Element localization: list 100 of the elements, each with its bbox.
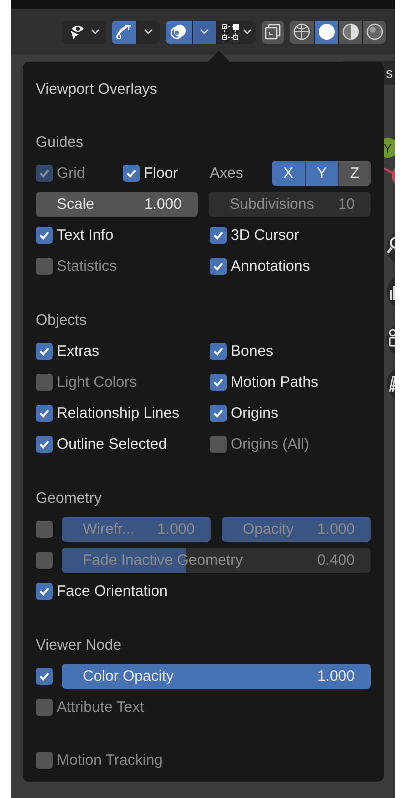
wireframe-sphere-icon	[293, 23, 311, 41]
gizmo-icon	[115, 23, 133, 41]
camera-button[interactable]	[387, 322, 395, 358]
check-icon	[212, 229, 225, 242]
chevron-icon	[200, 29, 209, 35]
solid-sphere-icon	[318, 23, 336, 41]
field-value: 1.000	[317, 668, 355, 685]
checkbox[interactable]	[36, 552, 53, 569]
checkbox-label: Motion Tracking	[57, 752, 163, 769]
checkbox[interactable]	[123, 165, 140, 182]
dropdown-button[interactable]	[136, 20, 160, 44]
magnifier-icon	[387, 237, 395, 254]
xray-icon	[265, 24, 281, 40]
overlays-button[interactable]	[166, 20, 192, 44]
check-icon	[212, 345, 225, 358]
checkbox-label: Light Colors	[57, 374, 138, 391]
checkbox-label: Outline Selected	[57, 436, 168, 453]
mesh-select-button[interactable]	[216, 20, 256, 44]
hand-icon	[390, 285, 395, 301]
checkbox-label: Floor	[144, 165, 178, 182]
popup-title: Viewport Overlays	[36, 81, 158, 100]
camera-icon	[389, 329, 395, 347]
field-value: 1.000	[144, 196, 182, 213]
checkbox[interactable]	[36, 583, 53, 600]
axis-label: Y	[384, 141, 392, 156]
section-heading: Objects	[36, 312, 87, 328]
wireframe-button[interactable]	[290, 20, 314, 44]
checkbox-label: Attribute Text	[57, 699, 144, 716]
check-icon	[212, 376, 225, 389]
checkbox[interactable]	[36, 668, 53, 685]
xray-button[interactable]	[262, 20, 284, 44]
material-button[interactable]	[338, 20, 362, 44]
field-label: Color Opacity	[83, 668, 174, 685]
checkbox-label: Extras	[57, 343, 100, 360]
axis-toggle[interactable]: Y	[305, 161, 338, 186]
check-icon	[38, 438, 51, 451]
check-icon	[212, 407, 225, 420]
field-value: 10	[338, 196, 355, 213]
checkbox-label: Grid	[57, 165, 86, 182]
checkbox[interactable]	[210, 343, 227, 360]
checkbox-label: Statistics	[57, 258, 118, 275]
checkbox[interactable]	[36, 521, 53, 538]
checkbox[interactable]	[210, 405, 227, 422]
checkbox-label: Bones	[231, 343, 274, 360]
axis-toggle[interactable]: Z	[338, 161, 371, 186]
zoom-button[interactable]	[387, 230, 395, 266]
checkbox[interactable]	[210, 374, 227, 391]
check-icon	[38, 345, 51, 358]
checkbox-label: Origins (All)	[231, 436, 310, 453]
check-icon	[125, 167, 138, 180]
perspective-button[interactable]	[387, 366, 395, 402]
check-icon	[38, 585, 51, 598]
section-heading: Guides	[36, 134, 84, 150]
rendered-button[interactable]	[362, 20, 386, 44]
chevron-icon	[91, 29, 100, 35]
field-value: 1.000	[157, 521, 195, 538]
checkbox-label: Face Orientation	[57, 583, 168, 600]
overlays-icon	[170, 23, 188, 41]
number-field[interactable]: Scale 1.000	[36, 192, 198, 217]
field-label: Subdivisions	[230, 196, 314, 213]
field-label: Wirefr...	[83, 521, 135, 538]
material-sphere-icon	[342, 23, 360, 41]
checkbox-label: 3D Cursor	[231, 227, 300, 244]
checkbox[interactable]	[36, 405, 53, 422]
section-heading: Viewer Node	[36, 636, 122, 654]
visibility-button[interactable]	[62, 20, 106, 44]
check-icon	[38, 407, 51, 420]
checkbox[interactable]	[210, 258, 227, 275]
checkbox-label: Relationship Lines	[57, 405, 180, 422]
rendered-sphere-icon	[366, 23, 384, 41]
check-icon	[38, 167, 51, 180]
checkbox[interactable]	[36, 227, 53, 244]
pan-button[interactable]	[387, 274, 395, 310]
chevron-icon	[144, 29, 153, 35]
grid-icon	[389, 376, 395, 393]
slider-field[interactable]: Color Opacity 1.000	[62, 664, 371, 689]
checkbox-label: Motion Paths	[231, 374, 319, 391]
chevron-icon	[242, 29, 252, 35]
checkbox[interactable]	[210, 227, 227, 244]
checkbox-label: Text Info	[57, 227, 114, 244]
header-field-text: s	[386, 65, 393, 81]
section-heading: Geometry	[36, 490, 102, 506]
checkbox-label: Annotations	[231, 258, 310, 275]
vertex-select-icon	[222, 23, 240, 41]
checkbox-label: Origins	[231, 405, 279, 422]
field-value: 0.400	[317, 552, 355, 569]
check-icon	[38, 229, 51, 242]
field-label: Opacity	[243, 521, 294, 538]
checkbox[interactable]	[36, 343, 53, 360]
field-value: 1.000	[317, 521, 355, 538]
gizmo-x-axis[interactable]	[392, 166, 395, 186]
field-label: Scale	[57, 196, 95, 213]
dropdown-button[interactable]	[192, 20, 216, 44]
checkbox[interactable]	[36, 436, 53, 453]
axes-label: Axes	[210, 165, 244, 182]
axis-toggle[interactable]: X	[272, 161, 305, 186]
solid-button[interactable]	[314, 20, 338, 44]
gizmo-button[interactable]	[112, 20, 136, 44]
check-icon	[38, 670, 51, 683]
check-icon	[212, 260, 225, 273]
